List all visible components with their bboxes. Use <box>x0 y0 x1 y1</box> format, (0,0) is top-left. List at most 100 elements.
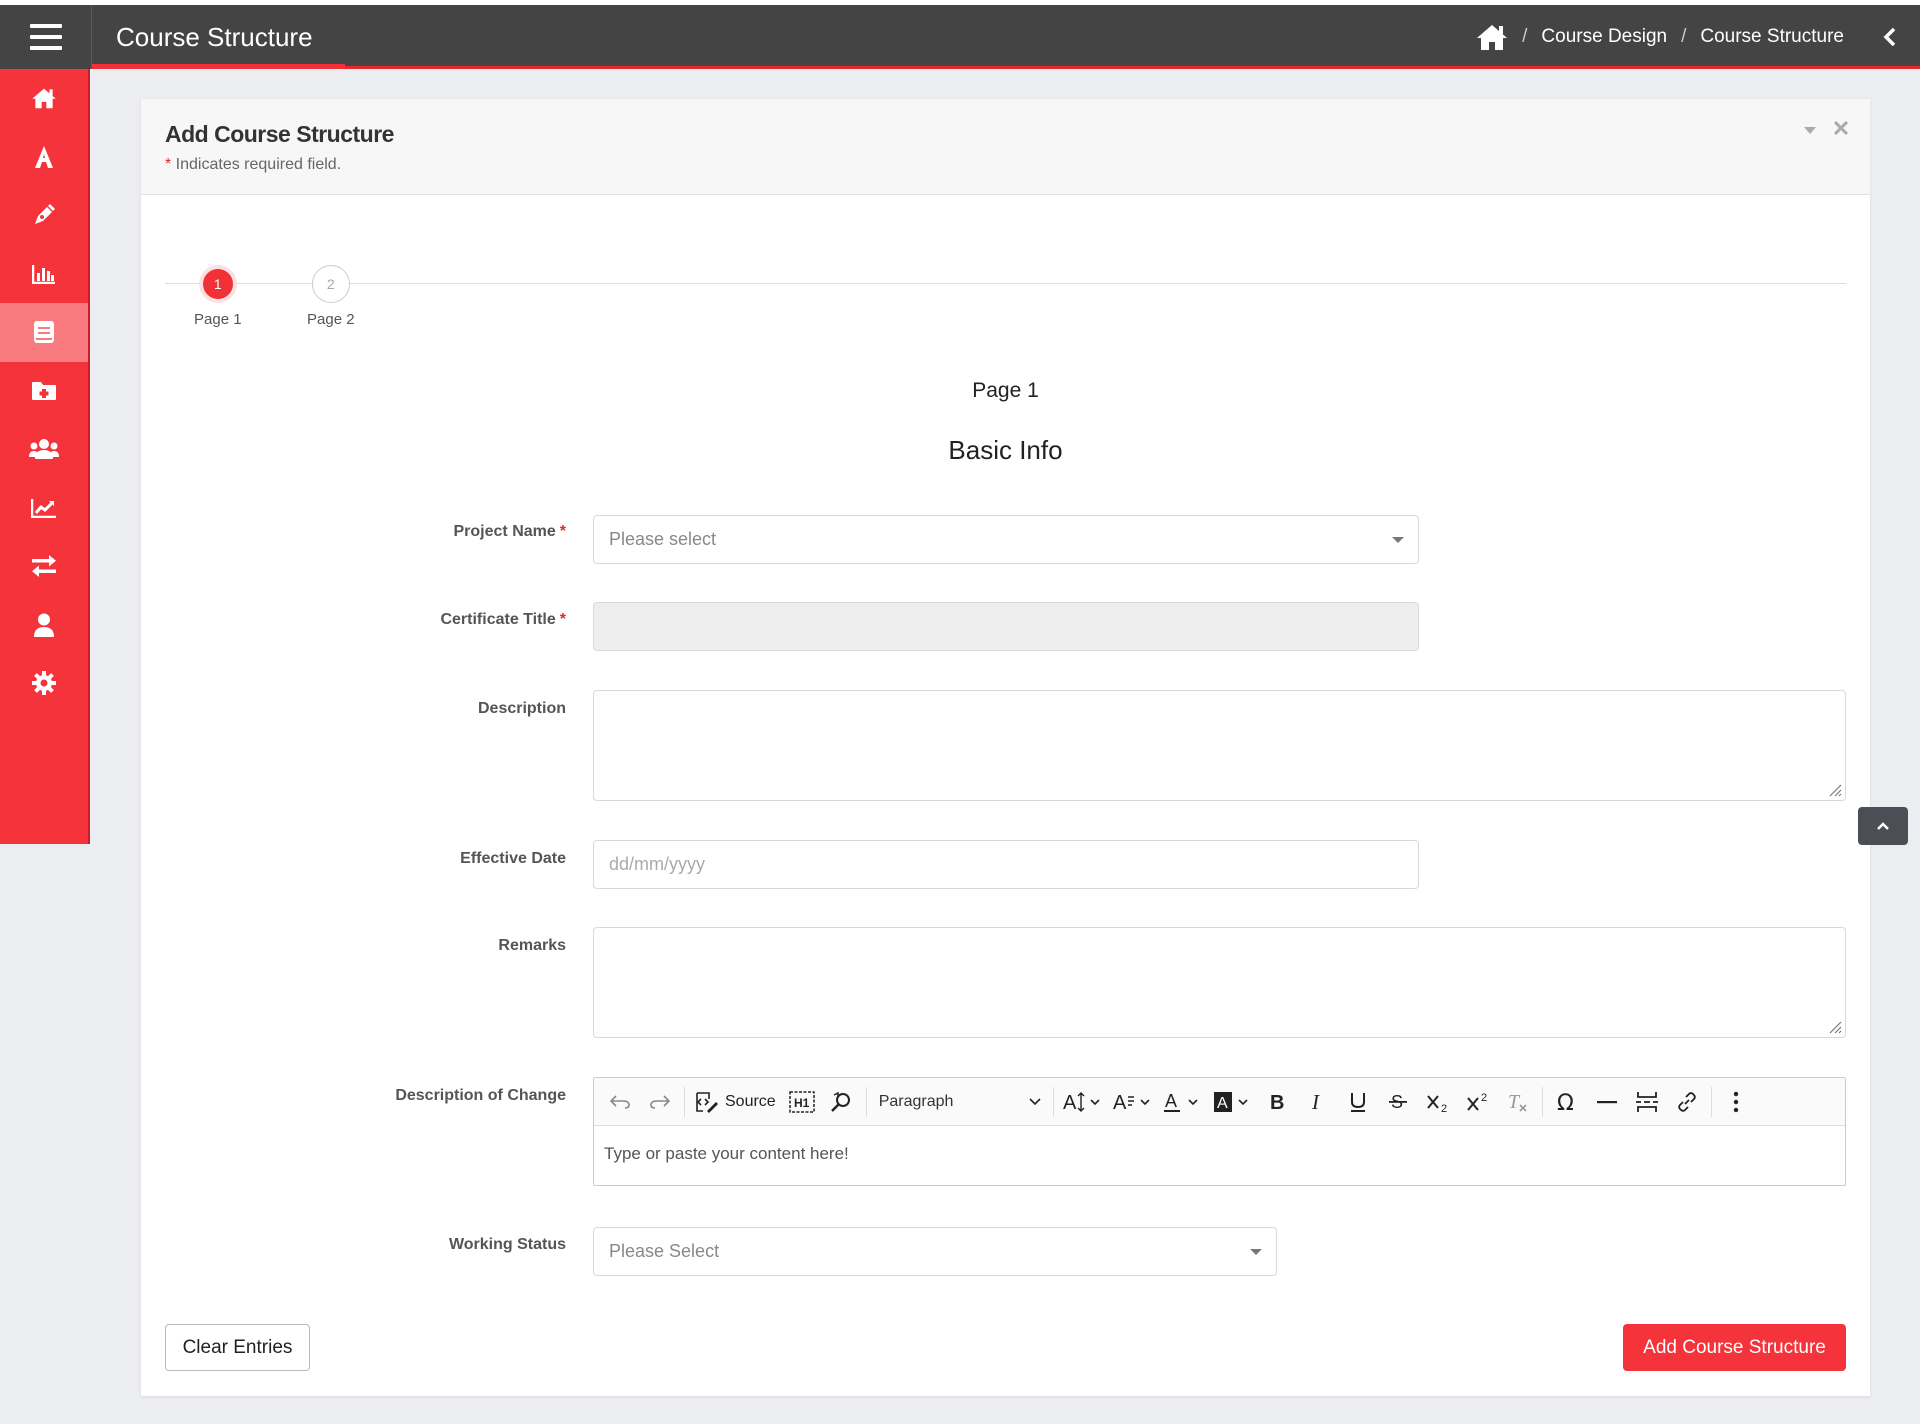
sidebar-item-analytics[interactable] <box>0 479 88 538</box>
accent-line <box>345 66 1920 69</box>
editor-placeholder: Type or paste your content here! <box>604 1144 849 1163</box>
breadcrumb-separator: / <box>1522 26 1528 47</box>
special-characters-button[interactable]: Ω <box>1547 1084 1587 1120</box>
background-color-dropdown[interactable]: A <box>1208 1084 1258 1120</box>
bold-button[interactable]: B <box>1258 1084 1298 1120</box>
undo-button[interactable] <box>600 1084 640 1120</box>
line-chart-icon <box>31 498 56 518</box>
clear-entries-button[interactable]: Clear Entries <box>165 1324 310 1371</box>
remarks-label: Remarks <box>498 937 566 954</box>
working-status-label: Working Status <box>448 1236 566 1253</box>
working-status-select[interactable]: Please Select <box>593 1227 1277 1276</box>
sidebar-item-reports[interactable] <box>0 245 88 304</box>
pen-icon <box>35 204 55 225</box>
remarks-textarea[interactable] <box>593 927 1846 1038</box>
page-break-icon <box>1635 1091 1658 1112</box>
italic-icon: I <box>1311 1092 1320 1112</box>
sidebar-item-design[interactable] <box>0 186 88 245</box>
card-title: Add Course Structure <box>165 121 394 147</box>
description-label: Description <box>477 700 566 717</box>
effective-date-input[interactable]: dd/mm/yyyy <box>593 840 1419 889</box>
sidebar <box>0 69 90 844</box>
menu-toggle-button[interactable] <box>0 5 92 69</box>
breadcrumb-course-structure: Course Structure <box>1700 26 1844 47</box>
editor-content[interactable]: Type or paste your content here! <box>594 1126 1845 1182</box>
caret-down-icon <box>1804 126 1816 134</box>
sidebar-item-profile[interactable] <box>0 596 88 655</box>
redo-button[interactable] <box>640 1084 680 1120</box>
section-page-label: Page 1 <box>972 379 1039 402</box>
superscript-button[interactable]: 2 <box>1458 1084 1498 1120</box>
toolbar-divider <box>1710 1086 1712 1117</box>
toolbar-divider <box>865 1086 867 1117</box>
find-replace-button[interactable] <box>822 1084 862 1120</box>
sidebar-item-settings[interactable] <box>0 654 88 713</box>
close-card-button[interactable] <box>1833 120 1849 140</box>
subscript-button[interactable]: 2 <box>1418 1084 1458 1120</box>
underline-button[interactable] <box>1338 1084 1378 1120</box>
scroll-to-top-button[interactable] <box>1858 807 1908 845</box>
description-of-change-editor: Source H1 Paragraph A A A A B I S 2 2 T … <box>593 1077 1846 1186</box>
sidebar-item-add-folder[interactable] <box>0 362 88 421</box>
strikethrough-icon: S <box>1388 1092 1407 1112</box>
step-2-label: Page 2 <box>307 311 355 328</box>
resize-handle-icon[interactable] <box>1826 1018 1842 1034</box>
project-name-select[interactable]: Please select <box>593 515 1419 564</box>
background-color-icon: A <box>1213 1091 1248 1112</box>
toolbar-divider <box>1052 1086 1054 1117</box>
chevron-down-icon <box>1250 1248 1262 1255</box>
source-icon <box>696 1091 718 1113</box>
svg-text:I: I <box>1311 1092 1320 1112</box>
sidebar-item-course-structure[interactable] <box>0 303 88 362</box>
link-icon <box>1677 1091 1696 1112</box>
editor-toolbar: Source H1 Paragraph A A A A B I S 2 2 T … <box>594 1078 1845 1126</box>
link-button[interactable] <box>1667 1084 1707 1120</box>
toolbar-divider <box>684 1086 685 1117</box>
source-button[interactable]: Source <box>689 1084 782 1120</box>
collapse-card-button[interactable] <box>1804 122 1816 140</box>
undo-icon <box>610 1094 630 1109</box>
sidebar-item-users[interactable] <box>0 420 88 479</box>
add-course-structure-card: Add Course Structure * Indicates require… <box>141 99 1870 1396</box>
certificate-title-label: Certificate Title * <box>440 611 566 629</box>
paragraph-dropdown[interactable]: Paragraph <box>871 1084 1049 1120</box>
italic-button[interactable]: I <box>1298 1084 1338 1120</box>
breadcrumb-course-design[interactable]: Course Design <box>1541 26 1667 48</box>
page-break-button[interactable] <box>1627 1084 1667 1120</box>
exchange-icon <box>32 555 56 578</box>
step-2[interactable]: 2 Page 2 <box>307 265 355 328</box>
collapse-button[interactable] <box>1860 5 1920 69</box>
horizontal-line-button[interactable] <box>1587 1084 1627 1120</box>
sidebar-item-transfer[interactable] <box>0 537 88 596</box>
sidebar-item-home[interactable] <box>0 69 88 128</box>
resize-handle-icon[interactable] <box>1826 781 1842 797</box>
hamburger-icon <box>29 24 62 50</box>
strikethrough-button[interactable]: S <box>1378 1084 1418 1120</box>
home-icon <box>32 88 56 109</box>
underline-icon <box>1350 1092 1365 1112</box>
remove-format-button[interactable]: T <box>1498 1084 1538 1120</box>
breadcrumb-home-link[interactable] <box>1476 23 1508 51</box>
show-blocks-button[interactable]: H1 <box>782 1084 822 1120</box>
required-star: * <box>559 523 566 540</box>
required-star: * <box>559 611 566 628</box>
font-family-dropdown[interactable]: A <box>1108 1084 1158 1120</box>
remove-format-icon: T <box>1508 1091 1527 1113</box>
horizontal-line-icon <box>1596 1100 1617 1103</box>
chevron-up-icon <box>1877 822 1889 830</box>
page-title: Course Structure <box>116 22 313 52</box>
heading-block-icon: H1 <box>788 1090 815 1113</box>
home-icon <box>1477 25 1508 50</box>
paragraph-label: Paragraph <box>878 1092 954 1110</box>
project-name-placeholder: Please select <box>609 529 717 549</box>
step-1[interactable]: 1 Page 1 <box>194 265 242 328</box>
svg-text:A: A <box>1165 1091 1177 1111</box>
users-icon <box>29 439 59 460</box>
svg-text:A: A <box>1063 1092 1077 1113</box>
add-course-structure-button[interactable]: Add Course Structure <box>1623 1324 1846 1371</box>
more-options-button[interactable] <box>1716 1084 1756 1120</box>
font-size-dropdown[interactable]: A <box>1058 1084 1108 1120</box>
sidebar-item-font[interactable] <box>0 128 88 187</box>
description-textarea[interactable] <box>593 690 1846 801</box>
font-color-dropdown[interactable]: A <box>1158 1084 1208 1120</box>
